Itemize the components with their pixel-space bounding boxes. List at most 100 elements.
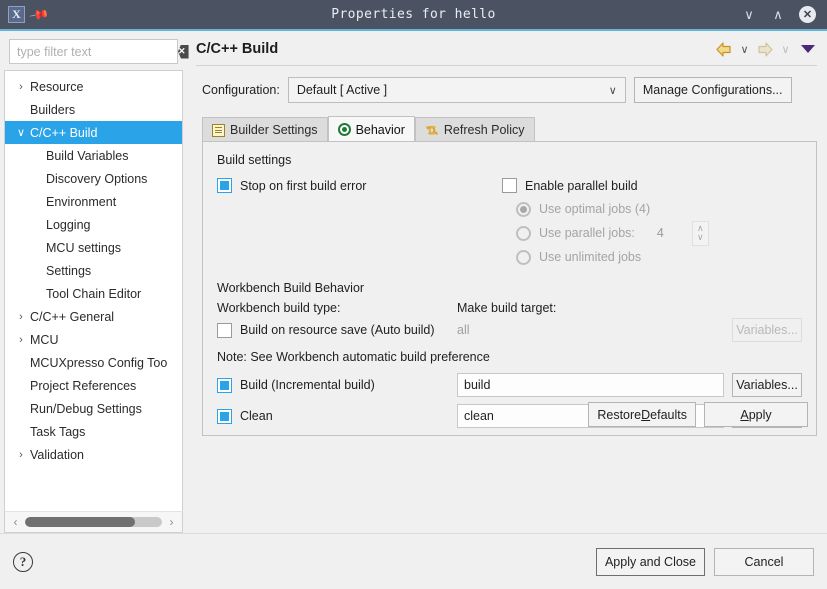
auto-build-checkbox[interactable] xyxy=(217,323,232,338)
cancel-button[interactable]: Cancel xyxy=(714,548,814,576)
sidebar-item-discovery-options[interactable]: Discovery Options xyxy=(5,167,182,190)
use-parallel-jobs-radio xyxy=(516,226,531,241)
sidebar-item-task-tags[interactable]: Task Tags xyxy=(5,420,182,443)
clean-build-left[interactable]: Clean xyxy=(217,409,457,424)
back-arrow-icon[interactable] xyxy=(716,42,732,57)
sidebar-horizontal-scrollbar[interactable]: ‹ › xyxy=(4,511,183,533)
sidebar-item-label: Build Variables xyxy=(29,149,128,163)
sidebar-item-mcuxpresso-config-too[interactable]: MCUXpresso Config Too xyxy=(5,351,182,374)
title-bar: X 📌 Properties for hello ∨ ∧ ✕ xyxy=(0,0,827,31)
incremental-build-checkbox[interactable] xyxy=(217,378,232,393)
sidebar-item-label: Run/Debug Settings xyxy=(29,402,142,416)
chevron-right-icon[interactable]: › xyxy=(13,334,29,346)
auto-build-left[interactable]: Build on resource save (Auto build) xyxy=(217,323,457,338)
sidebar-item-resource[interactable]: ›Resource xyxy=(5,75,182,98)
restore-defaults-mnemonic: D xyxy=(641,408,650,422)
sidebar-item-c-c-general[interactable]: ›C/C++ General xyxy=(5,305,182,328)
auto-build-label: Build on resource save (Auto build) xyxy=(240,323,435,337)
minimize-icon[interactable]: ∨ xyxy=(741,7,757,23)
window-controls: ∨ ∧ ✕ xyxy=(741,6,827,23)
sidebar-item-validation[interactable]: ›Validation xyxy=(5,443,182,466)
sidebar-item-label: Logging xyxy=(29,218,91,232)
manage-configurations-button[interactable]: Manage Configurations... xyxy=(634,77,792,103)
apply-button[interactable]: Apply xyxy=(704,402,808,427)
sidebar-item-label: Discovery Options xyxy=(29,172,147,186)
settings-tree[interactable]: ›ResourceBuilders∨C/C++ BuildBuild Varia… xyxy=(4,70,183,511)
stepper-down-icon: ∨ xyxy=(697,233,704,242)
tab-behavior[interactable]: Behavior xyxy=(328,116,415,142)
stop-on-first-error-row[interactable]: Stop on first build error xyxy=(217,174,502,197)
restore-defaults-suffix: efaults xyxy=(650,408,687,422)
incremental-build-left[interactable]: Build (Incremental build) xyxy=(217,378,457,393)
incremental-build-variables-button[interactable]: Variables... xyxy=(732,373,802,397)
sidebar-item-mcu[interactable]: ›MCU xyxy=(5,328,182,351)
use-optimal-jobs-row: Use optimal jobs (4) xyxy=(502,197,802,221)
sidebar-item-label: Validation xyxy=(29,448,84,462)
tab-behavior-label: Behavior xyxy=(356,123,405,137)
chevron-right-icon[interactable]: › xyxy=(13,449,29,461)
use-optimal-jobs-radio xyxy=(516,202,531,217)
use-parallel-jobs-label: Use parallel jobs: xyxy=(539,226,635,240)
maximize-icon[interactable]: ∧ xyxy=(770,7,786,23)
chevron-right-icon[interactable]: › xyxy=(13,81,29,93)
sidebar-item-label: MCU xyxy=(29,333,58,347)
workbench-column-labels: Workbench build type: Make build target: xyxy=(217,301,802,315)
filter-container: ✕ xyxy=(4,35,183,70)
incremental-build-label: Build (Incremental build) xyxy=(240,378,375,392)
enable-parallel-build-row[interactable]: Enable parallel build xyxy=(502,174,802,197)
scroll-left-icon[interactable]: ‹ xyxy=(9,515,22,529)
restore-defaults-button[interactable]: Restore Defaults xyxy=(588,402,696,427)
incremental-build-target-input[interactable]: build xyxy=(457,373,724,397)
apply-and-close-button[interactable]: Apply and Close xyxy=(596,548,705,576)
clean-build-label: Clean xyxy=(240,409,273,423)
sidebar-item-label: Settings xyxy=(29,264,91,278)
apply-suffix: pply xyxy=(749,408,772,422)
close-icon[interactable]: ✕ xyxy=(799,6,816,23)
pin-icon[interactable]: 📌 xyxy=(28,3,50,25)
back-history-chevron-icon[interactable]: ∨ xyxy=(738,43,751,56)
scroll-right-icon[interactable]: › xyxy=(165,515,178,529)
use-unlimited-jobs-radio xyxy=(516,250,531,265)
configuration-select[interactable]: Default [ Active ] ∨ xyxy=(288,77,626,103)
sidebar-item-c-c-build[interactable]: ∨C/C++ Build xyxy=(5,121,182,144)
build-settings-left-column: Stop on first build error xyxy=(217,174,502,269)
behavior-tab-panel: Build settings Stop on first build error xyxy=(202,141,817,436)
sidebar-item-builders[interactable]: Builders xyxy=(5,98,182,121)
clean-build-checkbox[interactable] xyxy=(217,409,232,424)
tab-builder-settings-label: Builder Settings xyxy=(230,123,318,137)
scrollbar-track[interactable] xyxy=(25,517,162,527)
sidebar-item-run-debug-settings[interactable]: Run/Debug Settings xyxy=(5,397,182,420)
sidebar-item-tool-chain-editor[interactable]: Tool Chain Editor xyxy=(5,282,182,305)
sidebar-item-build-variables[interactable]: Build Variables xyxy=(5,144,182,167)
search-input[interactable] xyxy=(17,45,178,59)
configuration-area: Configuration: Default [ Active ] ∨ Mana… xyxy=(196,66,817,111)
view-menu-triangle-icon[interactable] xyxy=(801,45,815,53)
stop-on-first-error-checkbox[interactable] xyxy=(217,178,232,193)
chevron-right-icon[interactable]: › xyxy=(13,311,29,323)
clear-filter-icon[interactable]: ✕ xyxy=(178,45,189,59)
scrollbar-thumb[interactable] xyxy=(25,517,135,527)
page-title: C/C++ Build xyxy=(196,41,278,57)
configuration-row: Configuration: Default [ Active ] ∨ Mana… xyxy=(202,77,817,103)
navigation-icons: ∨ ∨ xyxy=(716,42,817,57)
title-bar-left: X 📌 xyxy=(0,6,47,23)
enable-parallel-build-checkbox[interactable] xyxy=(502,178,517,193)
help-icon[interactable]: ? xyxy=(13,552,33,572)
sidebar-item-label: C/C++ Build xyxy=(29,126,97,140)
sidebar-item-settings[interactable]: Settings xyxy=(5,259,182,282)
sidebar-item-label: Tool Chain Editor xyxy=(29,287,141,301)
chevron-down-icon[interactable]: ∨ xyxy=(13,126,29,139)
sidebar-item-project-references[interactable]: Project References xyxy=(5,374,182,397)
auto-build-row[interactable]: Build on resource save (Auto build) all … xyxy=(217,318,802,342)
incremental-build-row[interactable]: Build (Incremental build) build Variable… xyxy=(217,373,802,397)
tab-refresh-policy[interactable]: Refresh Policy xyxy=(415,117,535,142)
tab-builder-settings[interactable]: Builder Settings xyxy=(202,117,328,142)
sidebar-item-logging[interactable]: Logging xyxy=(5,213,182,236)
configuration-label: Configuration: xyxy=(202,83,280,97)
list-icon xyxy=(212,124,225,137)
restore-defaults-prefix: Restore xyxy=(597,408,641,422)
sidebar-item-environment[interactable]: Environment xyxy=(5,190,182,213)
parallel-jobs-value: 4 xyxy=(657,226,664,240)
filter-box[interactable]: ✕ xyxy=(9,39,178,64)
sidebar-item-mcu-settings[interactable]: MCU settings xyxy=(5,236,182,259)
